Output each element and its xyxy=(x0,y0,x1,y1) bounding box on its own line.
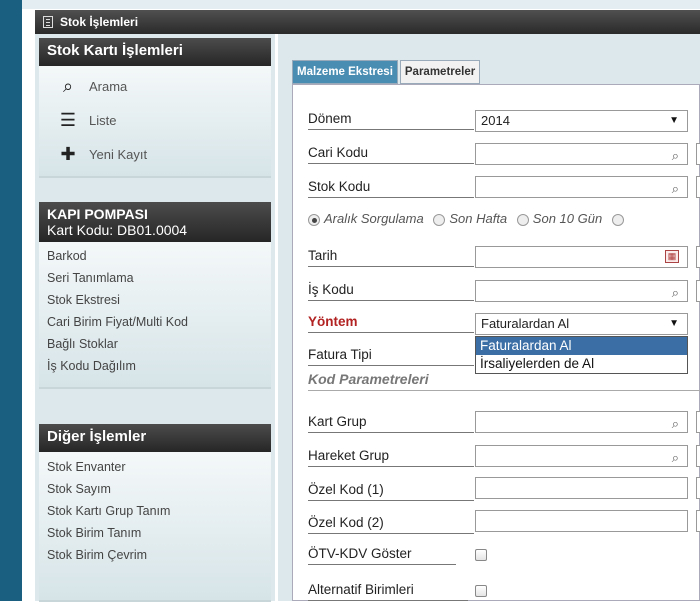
card-code: Kart Kodu: DB01.0004 xyxy=(47,222,188,238)
radio-aralik-label: Aralık Sorgulama xyxy=(324,211,424,226)
donem-label: Dönem xyxy=(308,111,474,130)
alternatif-label: Alternatif Birimleri xyxy=(308,582,468,601)
tarih-extra[interactable] xyxy=(696,246,700,268)
tab-malzeme-ekstresi[interactable]: Malzeme Ekstresi xyxy=(292,60,398,84)
yontem-dropdown-menu: Faturalardan Al İrsaliyelerden de Al xyxy=(475,336,688,374)
list-icon: ☰ xyxy=(59,109,77,130)
radio-aralik[interactable] xyxy=(308,213,320,226)
menu-seri-tanimlama[interactable]: Seri Tanımlama xyxy=(39,267,271,289)
tab-parametreler[interactable]: Parametreler xyxy=(399,60,481,84)
card-name: KAPI POMPASI xyxy=(47,206,148,222)
search-icon[interactable]: ⌕ xyxy=(672,414,679,434)
menu-stok-sayim[interactable]: Stok Sayım xyxy=(39,478,271,500)
search-button[interactable]: ⌕ Arama xyxy=(39,69,271,103)
list-label: Liste xyxy=(89,112,117,128)
calendar-icon[interactable]: ▦ xyxy=(665,250,679,263)
cari-kodu-input[interactable]: ⌕ xyxy=(475,143,688,165)
tab-bar: Malzeme Ekstresi Parametreler xyxy=(292,60,482,84)
menu-barkod[interactable]: Barkod xyxy=(39,245,271,267)
ozel-kod-1-extra[interactable] xyxy=(696,477,700,499)
search-label: Arama xyxy=(89,78,128,94)
kart-grup-label: Kart Grup xyxy=(308,414,474,433)
document-icon xyxy=(43,16,53,28)
kart-grup-input[interactable]: ⌕ xyxy=(475,411,688,433)
radio-son-hafta[interactable] xyxy=(433,213,446,226)
radio-son-10-gun-label: Son 10 Gün xyxy=(532,211,603,226)
yontem-option-faturalardan[interactable]: Faturalardan Al xyxy=(476,337,687,355)
date-range-radios: Aralık Sorgulama Son Hafta Son 10 Gün xyxy=(308,211,628,226)
hareket-grup-label: Hareket Grup xyxy=(308,448,474,467)
yontem-value: Faturalardan Al xyxy=(481,316,570,331)
menu-stok-karti-grup-tanim[interactable]: Stok Kartı Grup Tanım xyxy=(39,500,271,522)
chevron-down-icon: ▼ xyxy=(669,318,679,329)
menu-cari-birim-fiyat[interactable]: Cari Birim Fiyat/Multi Kod xyxy=(39,311,271,333)
is-kodu-input[interactable]: ⌕ xyxy=(475,280,688,302)
list-button[interactable]: ☰ Liste xyxy=(39,103,271,137)
menu-stok-birim-cevrim[interactable]: Stok Birim Çevrim xyxy=(39,544,271,566)
yontem-select[interactable]: Faturalardan Al ▼ xyxy=(475,313,688,335)
fatura-tipi-label: Fatura Tipi xyxy=(308,347,474,366)
hareket-grup-input[interactable]: ⌕ xyxy=(475,445,688,467)
ozel-kod-2-input[interactable] xyxy=(475,510,688,532)
form-panel: Dönem 2014 ▼ Cari Kodu ⌕ Stok Kodu ⌕ Ara… xyxy=(292,84,700,601)
diger-panel-body: Stok Envanter Stok Sayım Stok Kartı Grup… xyxy=(39,452,271,602)
ozel-kod-2-extra[interactable] xyxy=(696,510,700,532)
radio-more[interactable] xyxy=(611,213,624,226)
window-titlebar: Stok İşlemleri xyxy=(35,10,700,34)
new-record-icon: ✚ xyxy=(60,143,76,164)
top-strip xyxy=(22,0,700,9)
diger-panel: Diğer İşlemler Stok Envanter Stok Sayım … xyxy=(39,424,271,602)
hareket-grup-extra[interactable] xyxy=(696,445,700,467)
menu-stok-birim-tanim[interactable]: Stok Birim Tanım xyxy=(39,522,271,544)
search-icon[interactable]: ⌕ xyxy=(672,179,679,199)
ozel-kod-1-input[interactable] xyxy=(475,477,688,499)
yontem-option-irsaliyelerden[interactable]: İrsaliyelerden de Al xyxy=(476,355,687,373)
kart-grup-extra[interactable] xyxy=(696,411,700,433)
kart-panel: KAPI POMPASI Kart Kodu: DB01.0004 Barkod… xyxy=(39,202,271,389)
radio-son-hafta-label: Son Hafta xyxy=(449,211,508,226)
menu-bagli-stoklar[interactable]: Bağlı Stoklar xyxy=(39,333,271,355)
stok-kodu-input[interactable]: ⌕ xyxy=(475,176,688,198)
is-kodu-extra[interactable] xyxy=(696,280,700,302)
stok-kodu-extra[interactable] xyxy=(696,176,700,198)
kart-panel-body: Barkod Seri Tanımlama Stok Ekstresi Cari… xyxy=(39,242,271,389)
stok-karti-panel: Stok Kartı İşlemleri ⌕ Arama ☰ Liste ✚ Y… xyxy=(39,38,271,178)
otv-kdv-checkbox[interactable] xyxy=(475,549,487,561)
is-kodu-label: İş Kodu xyxy=(308,282,474,301)
ozel-kod-2-label: Özel Kod (2) xyxy=(308,515,474,534)
ozel-kod-1-label: Özel Kod (1) xyxy=(308,482,474,501)
window-title: Stok İşlemleri xyxy=(60,15,139,29)
alternatif-checkbox[interactable] xyxy=(475,585,487,597)
search-icon[interactable]: ⌕ xyxy=(672,448,679,468)
stok-kodu-label: Stok Kodu xyxy=(308,179,474,198)
radio-son-10-gun[interactable] xyxy=(516,213,529,226)
divider xyxy=(308,390,700,391)
tarih-label: Tarih xyxy=(308,248,474,267)
yontem-label: Yöntem xyxy=(308,314,474,333)
kod-parametreleri-heading: Kod Parametreleri xyxy=(308,371,429,387)
menu-stok-ekstresi[interactable]: Stok Ekstresi xyxy=(39,289,271,311)
search-icon[interactable]: ⌕ xyxy=(672,283,679,303)
search-icon[interactable]: ⌕ xyxy=(672,146,679,166)
menu-is-kodu-dagilim[interactable]: İş Kodu Dağılım xyxy=(39,355,271,377)
kart-panel-head: KAPI POMPASI Kart Kodu: DB01.0004 xyxy=(39,202,271,242)
sidebar: Stok Kartı İşlemleri ⌕ Arama ☰ Liste ✚ Y… xyxy=(35,34,275,602)
cari-kodu-label: Cari Kodu xyxy=(308,145,474,164)
menu-stok-envanter[interactable]: Stok Envanter xyxy=(39,456,271,478)
search-icon: ⌕ xyxy=(62,75,74,96)
panel-title: Stok Kartı İşlemleri xyxy=(39,38,271,66)
otv-kdv-label: ÖTV-KDV Göster xyxy=(308,546,456,565)
panel-body: ⌕ Arama ☰ Liste ✚ Yeni Kayıt xyxy=(39,66,271,178)
diger-panel-title: Diğer İşlemler xyxy=(39,424,271,452)
main-area: Malzeme Ekstresi Parametreler Dönem 2014… xyxy=(278,34,700,601)
chevron-down-icon: ▼ xyxy=(669,115,679,126)
cari-kodu-extra[interactable] xyxy=(696,143,700,165)
tarih-input[interactable]: ▦ xyxy=(475,246,688,268)
new-record-button[interactable]: ✚ Yeni Kayıt xyxy=(39,137,271,171)
donem-select[interactable]: 2014 ▼ xyxy=(475,110,688,132)
app-window: Stok İşlemleri Stok Kartı İşlemleri ⌕ Ar… xyxy=(22,0,700,602)
new-record-label: Yeni Kayıt xyxy=(89,146,148,162)
donem-value: 2014 xyxy=(481,113,510,128)
